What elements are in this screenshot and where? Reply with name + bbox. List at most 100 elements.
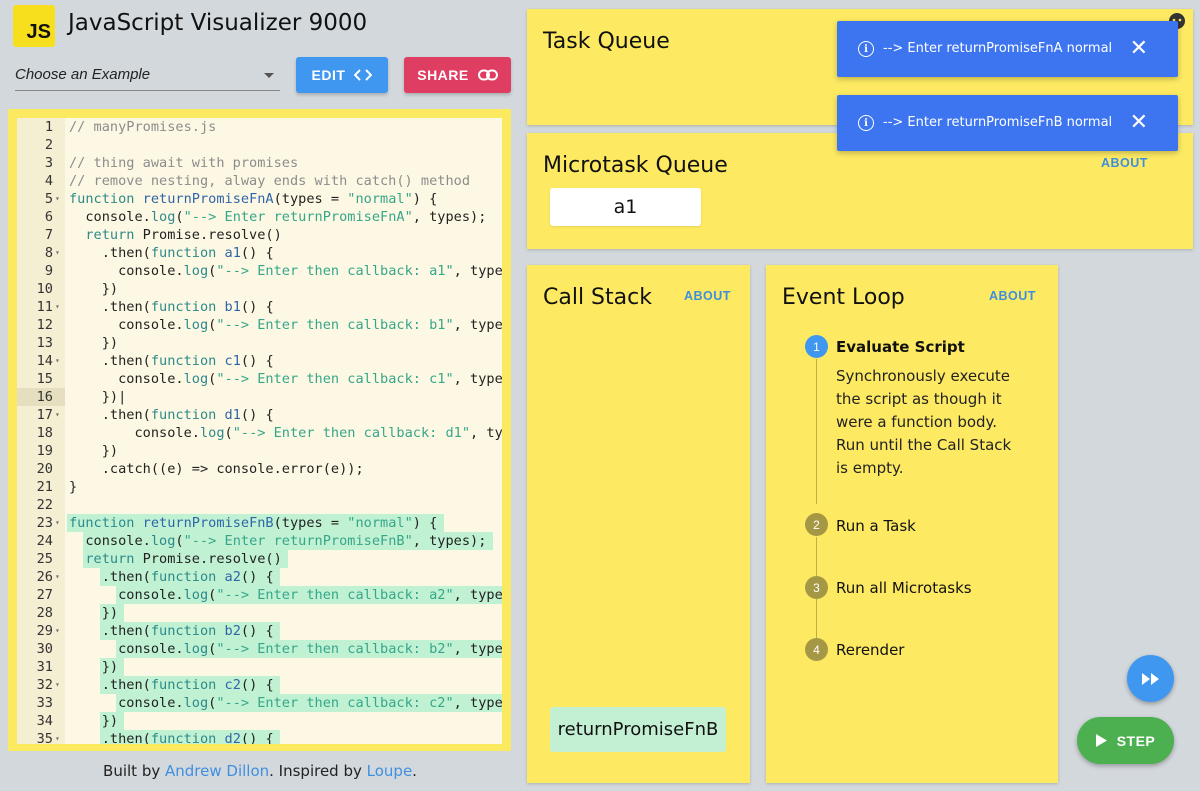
example-select[interactable]: Choose an Example	[15, 60, 280, 91]
fold-arrow-icon[interactable]: ▾	[55, 298, 60, 316]
code-line: 31 })	[17, 658, 502, 676]
code-line: 3 // thing await with promises	[17, 154, 502, 172]
line-number: 27	[36, 587, 53, 603]
toast-notification: i --> Enter returnPromiseFnB normal ✕	[837, 95, 1178, 151]
code-text: // thing await with promises	[69, 155, 299, 171]
code-line: 5 ▾ function returnPromiseFnA(types = "nor…	[17, 190, 502, 208]
code-line: 21}	[17, 478, 502, 496]
close-icon[interactable]: ✕	[1130, 37, 1148, 59]
step-connector	[816, 599, 817, 638]
code-text: .catch((e) => console.error(e));	[69, 461, 364, 477]
fast-forward-icon	[1141, 672, 1159, 685]
event-loop-title: Event Loop	[782, 285, 905, 310]
line-number: 25	[36, 551, 53, 567]
code-line: 13 })	[17, 334, 502, 352]
step-connector	[816, 359, 817, 504]
fold-arrow-icon[interactable]: ▾	[55, 730, 60, 744]
line-number: 17	[36, 407, 53, 423]
author-link[interactable]: Andrew Dillon	[165, 762, 269, 780]
code-text: .then(function c1() {	[69, 353, 274, 369]
task-queue-title: Task Queue	[543, 29, 670, 54]
code-text: })|	[69, 389, 127, 405]
code-text: .then(function c2() {	[69, 677, 274, 693]
microtask-item: a1	[550, 188, 701, 226]
line-number: 24	[36, 533, 53, 549]
code-text: })	[69, 605, 119, 621]
line-number: 30	[36, 641, 53, 657]
line-number: 22	[36, 497, 53, 513]
line-number: 2	[44, 137, 53, 153]
step-number-3: 3	[805, 576, 828, 599]
code-line: 35 ▾ .then(function d2() {	[17, 730, 502, 744]
line-number: 31	[36, 659, 53, 675]
line-number: 3	[44, 155, 53, 171]
line-number: 29	[36, 623, 53, 639]
fold-arrow-icon[interactable]: ▾	[55, 568, 60, 586]
code-text: })	[69, 713, 119, 729]
fold-arrow-icon[interactable]: ▾	[55, 352, 60, 370]
code-text: console.log("--> Enter then callback: a1…	[69, 263, 502, 279]
fold-arrow-icon[interactable]: ▾	[55, 676, 60, 694]
line-number: 28	[36, 605, 53, 621]
code-line: 26 ▾ .then(function a2() {	[17, 568, 502, 586]
code-text: function returnPromiseFnA(types = "norma…	[69, 191, 438, 207]
code-line: 12 console.log("--> Enter then callback:…	[17, 316, 502, 334]
code-text: return Promise.resolve()	[85, 551, 282, 567]
line-number: 4	[44, 173, 53, 189]
line-number: 5	[44, 191, 53, 207]
call-stack-about-link[interactable]: ABOUT	[684, 289, 731, 303]
code-line: 8 ▾ .then(function a1() {	[17, 244, 502, 262]
event-loop-about-link[interactable]: ABOUT	[989, 289, 1036, 303]
code-line: 14 ▾ .then(function c1() {	[17, 352, 502, 370]
code-line: 25 return Promise.resolve()	[17, 550, 502, 568]
fold-arrow-icon[interactable]: ▾	[55, 514, 60, 532]
step-button[interactable]: STEP	[1077, 717, 1174, 764]
event-loop-panel: Event Loop ABOUT 1 Evaluate Script Synch…	[766, 265, 1058, 783]
code-line: 19 })	[17, 442, 502, 460]
footer: Built by Andrew Dillon. Inspired by Loup…	[103, 762, 417, 780]
fold-arrow-icon[interactable]: ▾	[55, 622, 60, 640]
line-number: 33	[36, 695, 53, 711]
code-editor-frame: 1// manyPromises.js 2 3// thing await with…	[8, 109, 511, 751]
code-text: .then(function b2() {	[69, 623, 274, 639]
line-number: 32	[36, 677, 53, 693]
code-text: console.log("--> Enter then callback: c2…	[69, 695, 502, 711]
line-number: 23	[36, 515, 53, 531]
share-button[interactable]: SHARE	[404, 57, 511, 93]
fold-arrow-icon[interactable]: ▾	[55, 244, 60, 262]
code-line: 6 console.log("--> Enter returnPromiseFn…	[17, 208, 502, 226]
close-icon[interactable]: ✕	[1130, 111, 1148, 133]
edit-button[interactable]: EDIT	[296, 57, 388, 93]
code-line: 18 console.log("--> Enter then callback:…	[17, 424, 502, 442]
toast-message: --> Enter returnPromiseFnB normal	[883, 115, 1113, 130]
js-logo: JS	[13, 5, 55, 47]
line-number: 34	[36, 713, 53, 729]
step-label-rerender: Rerender	[836, 641, 905, 659]
code-text: console.log("--> Enter then callback: a2…	[69, 587, 502, 603]
call-stack-title: Call Stack	[543, 285, 652, 310]
line-number: 11	[36, 299, 53, 315]
loupe-link[interactable]: Loupe	[367, 762, 413, 780]
line-number: 13	[36, 335, 53, 351]
line-number: 6	[44, 209, 53, 225]
code-text: function returnPromiseFnB(types = "norma…	[69, 515, 438, 531]
code-line: 11 ▾ .then(function b1() {	[17, 298, 502, 316]
step-label-run-microtasks: Run all Microtasks	[836, 579, 972, 597]
code-text: return Promise.resolve()	[85, 227, 282, 243]
line-number: 21	[36, 479, 53, 495]
microtask-about-link[interactable]: ABOUT	[1101, 156, 1148, 170]
code-line: 17 ▾ .then(function d1() {	[17, 406, 502, 424]
code-line: 24 console.log("--> Enter returnPromiseF…	[17, 532, 502, 550]
step-label-run-task: Run a Task	[836, 517, 916, 535]
info-icon: i	[858, 41, 874, 57]
fold-arrow-icon[interactable]: ▾	[55, 406, 60, 424]
code-line: 32 ▾ .then(function c2() {	[17, 676, 502, 694]
code-line: 27 console.log("--> Enter then callback:…	[17, 586, 502, 604]
code-editor[interactable]: 1// manyPromises.js 2 3// thing await with…	[17, 118, 502, 744]
code-line: 1 // manyPromises.js	[17, 118, 502, 136]
fast-forward-button[interactable]	[1127, 655, 1174, 702]
fold-arrow-icon[interactable]: ▾	[55, 190, 60, 208]
code-line: 22	[17, 496, 502, 514]
play-icon	[1095, 734, 1107, 747]
line-number: 7	[44, 227, 53, 243]
